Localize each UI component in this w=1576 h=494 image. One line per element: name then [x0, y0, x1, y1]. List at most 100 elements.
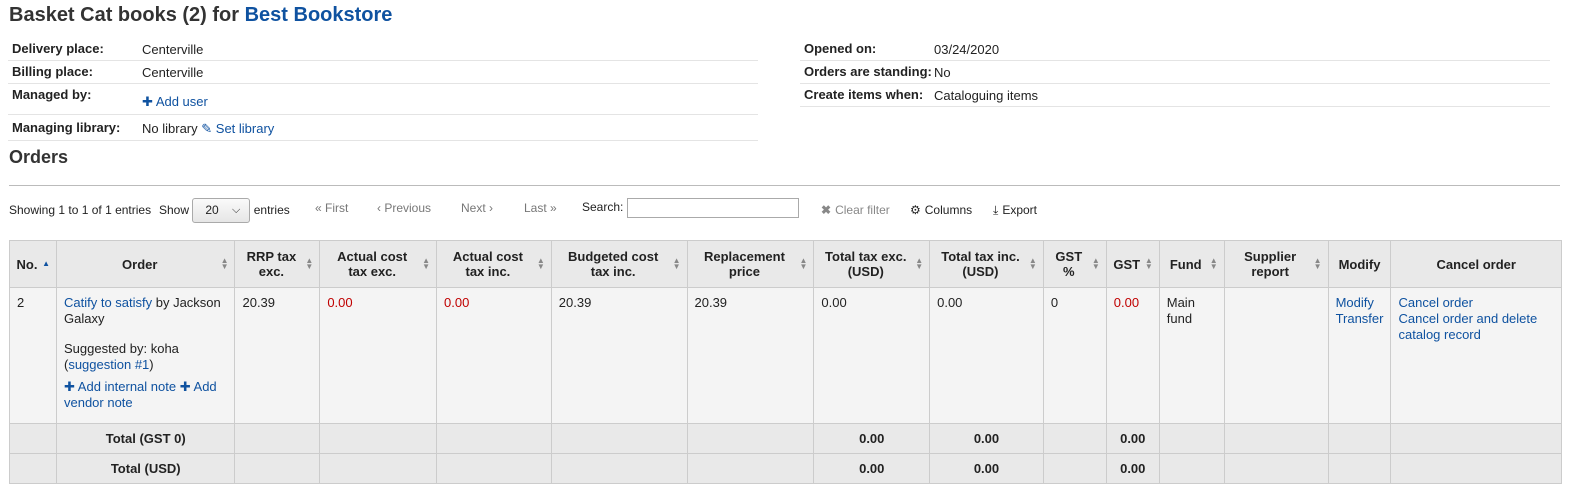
export-button[interactable]: ⤓ Export	[993, 197, 1037, 223]
pager-last[interactable]: Last »	[524, 195, 557, 221]
sort-icon: ▲ ▼	[1144, 256, 1153, 271]
col-header-fund[interactable]: Fund ▲ ▼	[1158, 240, 1225, 288]
delivery-place-row: Delivery place: Centerville	[8, 38, 758, 61]
add-user-label: Add user	[155, 94, 208, 109]
page-title-text: Basket Cat books (2) for	[9, 4, 245, 26]
entries-label: entries	[253, 203, 290, 217]
cell-gst: 0.00	[1105, 287, 1160, 424]
opened-on-row: Opened on: 03/24/2020	[800, 38, 1550, 61]
pager-next[interactable]: Next ›	[461, 195, 493, 221]
footer-empty	[1327, 453, 1392, 484]
managing-library-text: No library	[142, 121, 198, 136]
col-total-inc-label: Total tax inc. (USD)	[941, 249, 1020, 279]
footer-empty	[234, 423, 321, 454]
col-actual-inc-label: Actual cost tax inc.	[452, 249, 523, 279]
pager-first[interactable]: « First	[315, 195, 348, 221]
col-fund-label: Fund	[1169, 256, 1202, 272]
footer-empty	[1223, 453, 1329, 484]
sort-icon: ▲ ▼	[422, 256, 431, 271]
opened-on-label: Opened on:	[804, 41, 877, 56]
chevron-left-icon: ‹	[377, 201, 381, 215]
pager-next-label: Next	[461, 201, 486, 215]
add-internal-note-button[interactable]: ✚ Add internal note	[64, 379, 176, 394]
col-header-total-exc[interactable]: Total tax exc. (USD) ▲ ▼	[813, 240, 931, 288]
orders-table: No. ▲ Order ▲ ▼ RRP tax exc. ▲ ▼ Actual cost …	[9, 240, 1562, 484]
close-icon: ✖	[821, 203, 832, 217]
col-gst-pct-label: GST %	[1055, 249, 1083, 279]
vendor-link[interactable]: Best Bookstore	[245, 4, 393, 26]
suggestion-link[interactable]: suggestion #1	[68, 357, 149, 372]
search-label: Search:	[582, 200, 624, 214]
col-budgeted-label: Budgeted cost tax inc.	[567, 249, 659, 279]
col-header-order[interactable]: Order ▲ ▼	[55, 240, 236, 288]
note-actions: ✚ Add internal note ✚ Add vendor note	[64, 379, 228, 411]
col-header-rrp[interactable]: RRP tax exc. ▲ ▼	[234, 240, 321, 288]
add-user-button[interactable]: ✚ Add user	[142, 94, 208, 109]
col-header-supplier-report[interactable]: Supplier report ▲ ▼	[1223, 240, 1329, 288]
col-header-gst[interactable]: GST ▲ ▼	[1105, 240, 1160, 288]
table-header-row: No. ▲ Order ▲ ▼ RRP tax exc. ▲ ▼ Actual cost …	[9, 240, 1562, 288]
col-header-no[interactable]: No. ▲	[9, 240, 57, 288]
sort-icon: ▲ ▼	[799, 256, 808, 271]
suggestion-close-paren: )	[149, 357, 154, 372]
set-library-button[interactable]: ✎ Set library	[201, 121, 274, 136]
showing-info: Showing 1 to 1 of 1 entries	[9, 203, 152, 217]
managing-library-row: Managing library: No library ✎ Set libra…	[8, 115, 758, 141]
search-input[interactable]	[627, 198, 799, 218]
billing-place-row: Billing place: Centerville	[8, 61, 758, 84]
footer-empty	[1390, 453, 1562, 484]
transfer-link[interactable]: Transfer	[1336, 311, 1384, 326]
cell-budgeted: 20.39	[550, 287, 688, 424]
footer-empty	[1042, 453, 1107, 484]
plus-icon: ✚	[142, 94, 153, 109]
sort-icon: ▲ ▼	[1209, 256, 1218, 271]
managed-by-value: ✚ Add user	[142, 88, 754, 111]
cell-total-exc: 0.00	[813, 287, 931, 424]
cancel-order-link[interactable]: Cancel order	[1398, 295, 1472, 310]
col-header-actual-exc[interactable]: Actual cost tax exc. ▲ ▼	[319, 240, 438, 288]
col-replacement-label: Replacement price	[703, 249, 785, 279]
basket-info-right: Opened on: 03/24/2020 Orders are standin…	[800, 38, 1550, 107]
show-label: Show	[159, 203, 190, 217]
total-gst-exc: 0.00	[813, 423, 931, 454]
order-title-line: Catify to satisfy by Jackson Galaxy	[64, 295, 228, 327]
managed-by-label: Managed by:	[12, 87, 92, 102]
cancel-delete-link[interactable]: Cancel order and delete catalog record	[1398, 311, 1537, 342]
columns-button[interactable]: ⚙ Columns	[910, 197, 972, 223]
export-label: Export	[1002, 203, 1037, 217]
plus-icon: ✚	[63, 379, 75, 394]
pager-first-label: First	[325, 201, 349, 215]
footer-empty	[436, 423, 552, 454]
col-no-label: No.	[16, 256, 38, 272]
sort-asc-icon: ▲	[42, 259, 50, 268]
cell-no: 2	[9, 287, 57, 424]
cell-total-inc: 0.00	[929, 287, 1044, 424]
cell-cancel: Cancel order Cancel order and delete cat…	[1390, 287, 1562, 424]
page-size-select[interactable]: 20 ⌵	[192, 198, 251, 223]
col-actual-exc-label: Actual cost tax exc.	[337, 249, 408, 279]
sort-icon: ▲ ▼	[1091, 256, 1100, 271]
download-icon: ⤓	[993, 203, 999, 217]
col-header-total-inc[interactable]: Total tax inc. (USD) ▲ ▼	[929, 240, 1044, 288]
total-usd-inc: 0.00	[929, 453, 1044, 484]
col-header-gst-pct[interactable]: GST % ▲ ▼	[1042, 240, 1107, 288]
col-header-actual-inc[interactable]: Actual cost tax inc. ▲ ▼	[436, 240, 552, 288]
basket-info-left: Delivery place: Centerville Billing plac…	[8, 38, 758, 141]
order-title-link[interactable]: Catify to satisfy	[64, 295, 152, 310]
col-header-replacement[interactable]: Replacement price ▲ ▼	[686, 240, 815, 288]
orders-standing-label: Orders are standing:	[804, 64, 932, 79]
clear-filter-button[interactable]: ✖ Clear filter	[821, 197, 890, 223]
footer-empty	[550, 453, 688, 484]
orders-standing-value: No	[934, 65, 951, 80]
delivery-place-label: Delivery place:	[12, 41, 104, 56]
col-order-label: Order	[122, 256, 158, 272]
col-header-budgeted[interactable]: Budgeted cost tax inc. ▲ ▼	[550, 240, 688, 288]
footer-empty	[436, 453, 552, 484]
suggested-by-line: Suggested by: koha (suggestion #1)	[64, 341, 228, 373]
orders-heading: Orders	[9, 147, 69, 167]
cell-actual-inc: 0.00	[436, 287, 552, 424]
pager-previous[interactable]: ‹ Previous	[377, 195, 431, 221]
footer-empty	[1158, 453, 1225, 484]
modify-link[interactable]: Modify	[1336, 295, 1374, 310]
billing-place-value: Centerville	[142, 65, 204, 80]
